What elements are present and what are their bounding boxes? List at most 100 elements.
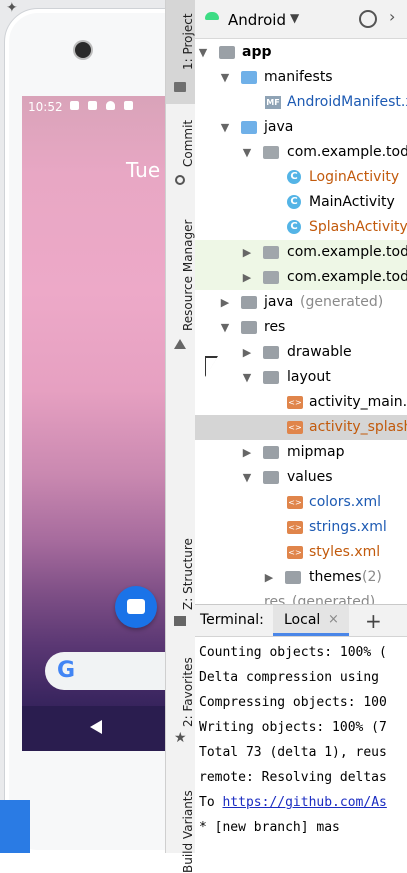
chevron-down-icon[interactable]: ▼ xyxy=(290,11,299,25)
tree-label: themes xyxy=(309,569,362,585)
xml-file-icon: <> xyxy=(287,521,303,534)
manifest-icon: MF xyxy=(265,96,281,109)
tree-row-splashactivity[interactable]: C SplashActivity xyxy=(195,215,407,240)
terminal-line: remote: Resolving deltas xyxy=(199,770,387,785)
tree-row-styles[interactable]: <> styles.xml xyxy=(195,540,407,565)
expand-arrow[interactable]: ▼ xyxy=(241,465,253,490)
tree-row-java[interactable]: ▼ java xyxy=(195,115,407,140)
tab-build-variants[interactable]: Build Variants xyxy=(166,775,195,873)
tab-favorites-label: 2: Favorites xyxy=(181,657,195,727)
tree-row-res[interactable]: ▼ res xyxy=(195,315,407,340)
project-panel: Android ▼ › ▼ app ▼ manifests MF Android… xyxy=(195,0,407,604)
android-icon xyxy=(205,12,219,20)
tree-label: layout xyxy=(287,369,331,385)
terminal-line: * [new branch] mas xyxy=(199,820,340,835)
star-icon: ★ xyxy=(174,730,187,746)
tree-row-res-generated[interactable]: res (generated) xyxy=(195,590,407,604)
tree-row-package[interactable]: ▶ com.example.todo xyxy=(195,265,407,290)
tree-row-loginactivity[interactable]: C LoginActivity xyxy=(195,165,407,190)
expand-arrow[interactable]: ▼ xyxy=(241,365,253,390)
tree-label: manifests xyxy=(264,69,333,85)
terminal-panel[interactable]: Terminal: Local × + Counting objects: 10… xyxy=(195,604,407,854)
folder-icon xyxy=(263,371,279,384)
view-selector[interactable]: Android xyxy=(228,11,286,29)
tab-favorites[interactable]: 2: Favorites ★ xyxy=(166,655,195,750)
nav-bar xyxy=(22,706,165,751)
generated-folder-icon xyxy=(241,296,257,309)
class-icon: C xyxy=(287,195,301,209)
repo-link[interactable]: https://github.com/As xyxy=(222,795,386,810)
tree-label: java xyxy=(264,119,294,135)
tree-row-androidmanifest[interactable]: MF AndroidManifest.xml xyxy=(195,90,407,115)
tree-label: com.example.todo xyxy=(287,244,407,260)
tree-row-mipmap[interactable]: ▶ mipmap xyxy=(195,440,407,465)
expand-arrow[interactable]: ▶ xyxy=(241,265,253,290)
tree-row-colors[interactable]: <> colors.xml xyxy=(195,490,407,515)
tab-commit[interactable]: Commit xyxy=(166,115,195,190)
tree-row-activity-splash[interactable]: <> activity_splash.xml xyxy=(195,415,407,440)
shield-icon xyxy=(106,101,115,110)
expand-arrow[interactable]: ▶ xyxy=(241,440,253,465)
messages-app-icon[interactable] xyxy=(115,586,157,628)
folder-icon xyxy=(174,82,186,92)
tree-row-manifests[interactable]: ▼ manifests xyxy=(195,65,407,90)
date-widget[interactable]: Tue xyxy=(126,158,160,182)
google-icon: G xyxy=(57,658,76,683)
status-bar: 10:52 xyxy=(22,96,165,118)
folder-icon xyxy=(263,346,279,359)
expand-arrow[interactable]: ▼ xyxy=(197,40,209,65)
phone-screen[interactable]: 10:52 Tue G xyxy=(22,96,165,751)
sd-card-icon xyxy=(124,101,133,110)
tree-label: mipmap xyxy=(287,444,345,460)
terminal-line: Total 73 (delta 1), reus xyxy=(199,745,387,760)
tree-row-package[interactable]: ▼ com.example.todo xyxy=(195,140,407,165)
tab-local-label: Local xyxy=(284,612,321,628)
tree-row-package[interactable]: ▶ com.example.todo xyxy=(195,240,407,265)
tab-resource-manager[interactable]: Resource Manager xyxy=(166,215,195,355)
tree-row-java-generated[interactable]: ▶ java (generated) xyxy=(195,290,407,315)
tree-label: colors.xml xyxy=(309,494,382,510)
tree-suffix: (generated) xyxy=(300,294,384,310)
tree-row-activity-main[interactable]: <> activity_main.xml xyxy=(195,390,407,415)
xml-file-icon: <> xyxy=(287,421,303,434)
back-icon[interactable] xyxy=(90,720,102,734)
expand-arrow[interactable]: ▶ xyxy=(219,290,231,315)
folder-icon xyxy=(263,471,279,484)
tab-project[interactable]: 1: Project xyxy=(166,0,195,104)
expand-arrow[interactable]: ▶ xyxy=(263,565,275,590)
expand-arrow[interactable]: ▼ xyxy=(219,315,231,340)
front-camera xyxy=(75,42,91,58)
tab-project-label: 1: Project xyxy=(181,13,195,70)
tree-label: MainActivity xyxy=(309,194,395,210)
tree-row-layout[interactable]: ▼ layout xyxy=(195,365,407,390)
expand-arrow[interactable]: ▶ xyxy=(241,340,253,365)
tree-row-mainactivity[interactable]: C MainActivity xyxy=(195,190,407,215)
tab-structure[interactable]: Z: Structure xyxy=(166,538,195,630)
tree-label: activity_main.xml xyxy=(309,394,407,410)
add-icon[interactable]: + xyxy=(365,609,382,633)
tree-row-app[interactable]: ▼ app xyxy=(195,40,407,65)
terminal-line-url: To https://github.com/As xyxy=(199,795,387,810)
folder-icon xyxy=(263,446,279,459)
close-icon[interactable]: × xyxy=(328,612,339,627)
expand-arrow[interactable]: ▼ xyxy=(219,65,231,90)
expand-arrow[interactable]: ▶ xyxy=(241,240,253,265)
terminal-line: Delta compression using xyxy=(199,670,380,685)
tree-suffix: (generated) xyxy=(292,594,376,604)
tab-resource-manager-label: Resource Manager xyxy=(181,219,195,331)
tree-row-values[interactable]: ▼ values xyxy=(195,465,407,490)
tab-local[interactable]: Local × xyxy=(273,605,349,636)
expand-arrow[interactable]: ▼ xyxy=(219,115,231,140)
expand-arrow[interactable]: ▼ xyxy=(241,140,253,165)
folder-icon xyxy=(241,71,257,84)
emulator-edge xyxy=(0,800,30,853)
tree-row-drawable[interactable]: ▶ drawable xyxy=(195,340,407,365)
locate-icon[interactable] xyxy=(359,10,377,28)
terminal-line-prefix: To xyxy=(199,795,223,810)
tree-row-themes[interactable]: ▶ themes (2) xyxy=(195,565,407,590)
xml-file-icon: <> xyxy=(287,546,303,559)
more-icon[interactable]: › xyxy=(389,7,395,26)
tree-label: LoginActivity xyxy=(309,169,400,185)
tree-row-strings[interactable]: <> strings.xml xyxy=(195,515,407,540)
google-search-bar[interactable]: G xyxy=(45,652,165,690)
